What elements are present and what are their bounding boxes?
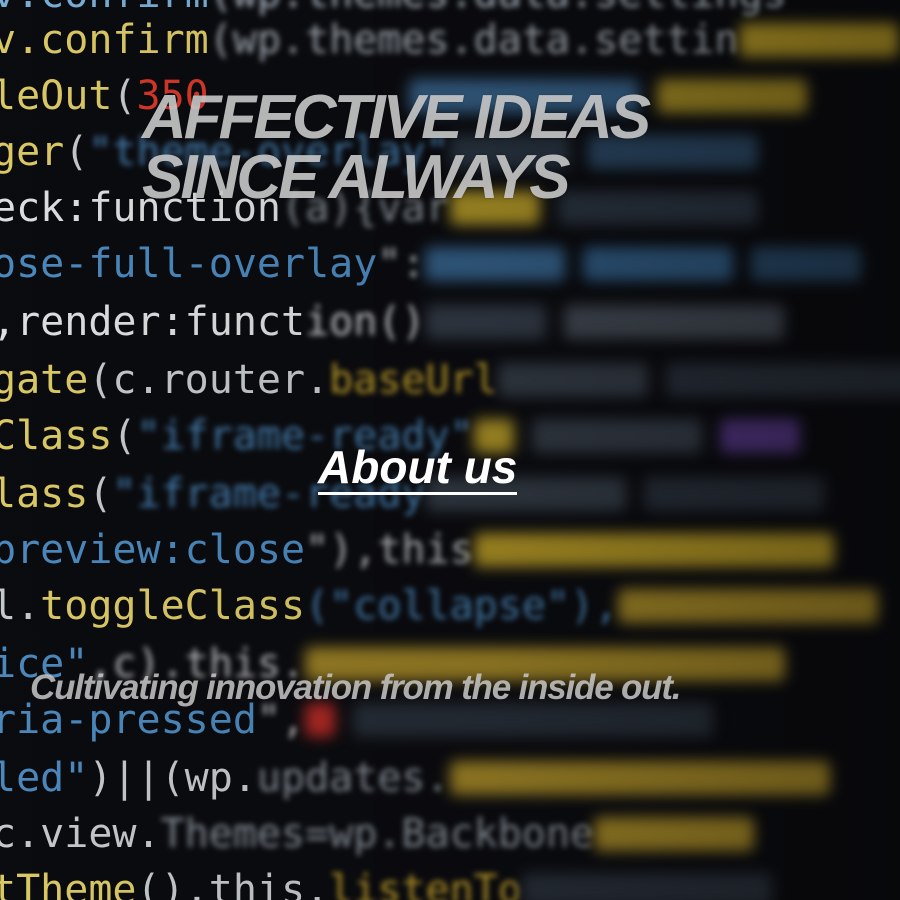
hero-title-line-2: SINCE ALWAYS [142, 143, 571, 212]
hero-section: v.confirm(wp.themes.data.settings v.conf… [0, 0, 900, 900]
hero-title-line-1: AFFECTIVE IDEAS [142, 83, 651, 152]
about-us-link[interactable]: About us [318, 442, 518, 495]
tagline: Cultivating innovation from the inside o… [30, 668, 682, 707]
hero-title: AFFECTIVE IDEAS SINCE ALWAYS [142, 83, 651, 212]
